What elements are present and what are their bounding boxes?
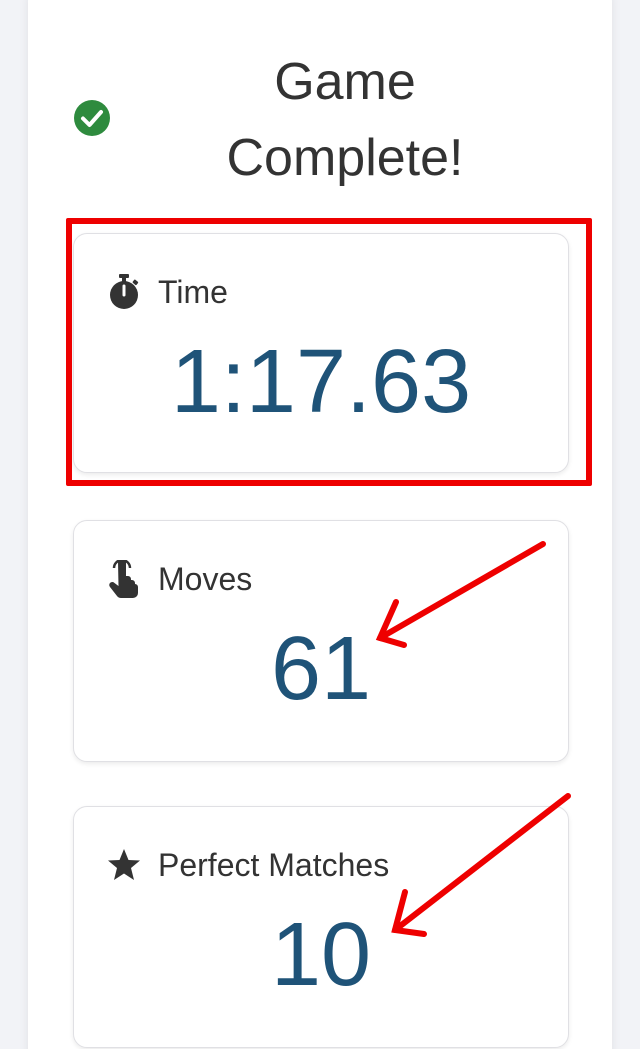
game-complete-screen: Game Complete! Time 1:17.63 Moves 61 Per… (0, 0, 640, 1049)
stopwatch-icon (106, 274, 142, 310)
time-value: 1:17.63 (170, 332, 472, 432)
moves-label-row: Moves (106, 559, 252, 599)
results-header: Game Complete! (70, 44, 570, 194)
perfect-matches-label: Perfect Matches (158, 846, 390, 883)
page-title: Game Complete! (226, 53, 464, 187)
star-icon (106, 847, 142, 883)
perfect-matches-stat-card: Perfect Matches 10 (73, 806, 569, 1048)
time-stat-card: Time 1:17.63 (73, 233, 569, 473)
time-label-row: Time (106, 272, 228, 312)
perfect-matches-value: 10 (270, 905, 372, 1005)
moves-value: 61 (270, 619, 372, 719)
moves-stat-card: Moves 61 (73, 520, 569, 762)
tap-hand-icon (106, 560, 142, 598)
perfect-matches-label-row: Perfect Matches (106, 845, 389, 885)
moves-label: Moves (158, 560, 253, 597)
time-label: Time (158, 273, 228, 310)
check-circle-icon (74, 100, 110, 136)
